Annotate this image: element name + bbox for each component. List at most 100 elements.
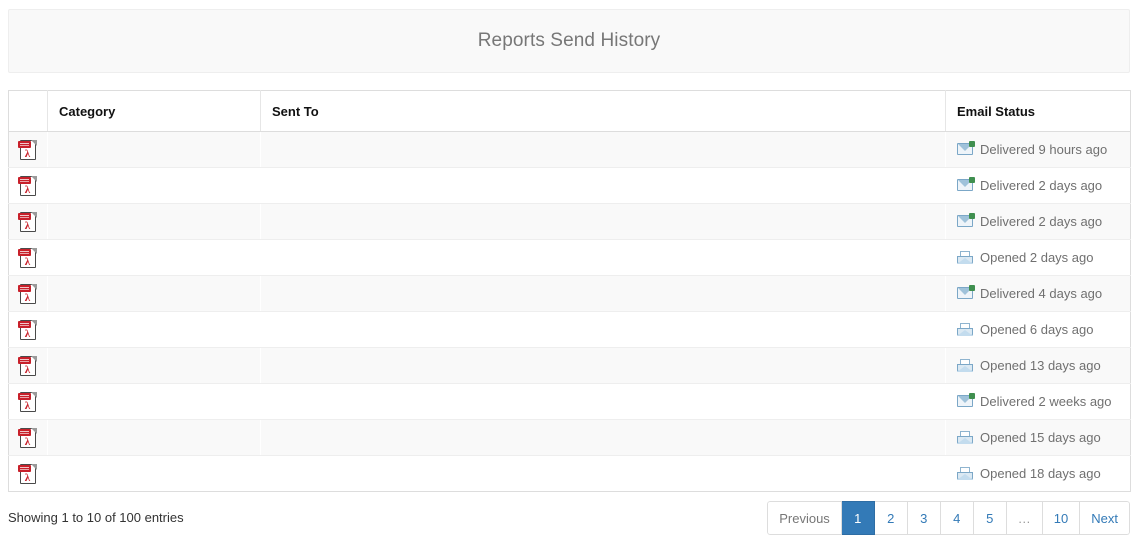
status-label: Delivered 2 weeks ago — [980, 394, 1112, 409]
pdf-icon[interactable]: λ — [18, 175, 38, 197]
pdf-icon[interactable]: λ — [18, 427, 38, 449]
cell-sent-to — [261, 240, 946, 276]
pagination-page-5[interactable]: 5 — [974, 501, 1007, 535]
status-label: Delivered 2 days ago — [980, 214, 1102, 229]
cell-category — [48, 204, 261, 240]
pdf-icon[interactable]: λ — [18, 211, 38, 233]
pdf-icon[interactable]: λ — [18, 391, 38, 413]
pagination-page-3[interactable]: 3 — [908, 501, 941, 535]
table-header: Category Sent To Email Status — [9, 91, 1131, 132]
pagination-previous[interactable]: Previous — [767, 501, 842, 535]
cell-email-status: Opened 13 days ago — [946, 348, 1131, 384]
status-label: Opened 6 days ago — [980, 322, 1093, 337]
mail-delivered-icon — [957, 215, 974, 228]
cell-category — [48, 240, 261, 276]
mail-opened-icon — [957, 467, 974, 480]
status-badge: Opened 15 days ago — [957, 430, 1119, 445]
cell-report-icon[interactable]: λ — [9, 204, 48, 240]
cell-category — [48, 168, 261, 204]
status-label: Delivered 9 hours ago — [980, 142, 1107, 157]
mail-delivered-icon — [957, 287, 974, 300]
pdf-icon[interactable]: λ — [18, 463, 38, 485]
pagination-next[interactable]: Next — [1080, 501, 1130, 535]
cell-sent-to — [261, 456, 946, 492]
cell-email-status: Delivered 2 days ago — [946, 204, 1131, 240]
mail-opened-icon — [957, 359, 974, 372]
column-header-email-status[interactable]: Email Status — [946, 91, 1131, 132]
table-row[interactable]: λ Opened 6 days ago — [9, 312, 1131, 348]
cell-sent-to — [261, 168, 946, 204]
mail-delivered-icon — [957, 143, 974, 156]
column-header-sent-to[interactable]: Sent To — [261, 91, 946, 132]
pdf-icon[interactable]: λ — [18, 355, 38, 377]
cell-email-status: Opened 18 days ago — [946, 456, 1131, 492]
status-badge: Opened 18 days ago — [957, 466, 1119, 481]
pdf-icon[interactable]: λ — [18, 283, 38, 305]
cell-email-status: Delivered 2 days ago — [946, 168, 1131, 204]
table-row[interactable]: λ Opened 13 days ago — [9, 348, 1131, 384]
cell-category — [48, 312, 261, 348]
pdf-icon[interactable]: λ — [18, 319, 38, 341]
cell-sent-to — [261, 132, 946, 168]
table-row[interactable]: λ Opened 2 days ago — [9, 240, 1131, 276]
table-row[interactable]: λ Opened 18 days ago — [9, 456, 1131, 492]
cell-report-icon[interactable]: λ — [9, 276, 48, 312]
status-label: Opened 15 days ago — [980, 430, 1101, 445]
table-row[interactable]: λ Delivered 4 days ago — [9, 276, 1131, 312]
cell-sent-to — [261, 348, 946, 384]
table-row[interactable]: λ Delivered 9 hours ago — [9, 132, 1131, 168]
status-badge: Delivered 9 hours ago — [957, 142, 1119, 157]
cell-report-icon[interactable]: λ — [9, 384, 48, 420]
reports-table-container: Category Sent To Email Status λ Delivered… — [8, 90, 1130, 492]
cell-category — [48, 384, 261, 420]
status-label: Opened 2 days ago — [980, 250, 1093, 265]
pagination: Previous12345…10Next — [767, 501, 1130, 535]
cell-email-status: Delivered 2 weeks ago — [946, 384, 1131, 420]
mail-delivered-icon — [957, 179, 974, 192]
pagination-page-2[interactable]: 2 — [875, 501, 908, 535]
table-row[interactable]: λ Opened 15 days ago — [9, 420, 1131, 456]
mail-opened-icon — [957, 323, 974, 336]
cell-email-status: Opened 15 days ago — [946, 420, 1131, 456]
cell-report-icon[interactable]: λ — [9, 132, 48, 168]
table-footer: Showing 1 to 10 of 100 entries Previous1… — [0, 500, 1138, 542]
status-badge: Delivered 2 weeks ago — [957, 394, 1119, 409]
table-row[interactable]: λ Delivered 2 weeks ago — [9, 384, 1131, 420]
table-body: λ Delivered 9 hours ago λ Delivered 2 days … — [9, 132, 1131, 492]
cell-report-icon[interactable]: λ — [9, 348, 48, 384]
table-header-row: Category Sent To Email Status — [9, 91, 1131, 132]
pdf-icon[interactable]: λ — [18, 139, 38, 161]
status-label: Delivered 4 days ago — [980, 286, 1102, 301]
pdf-icon[interactable]: λ — [18, 247, 38, 269]
cell-category — [48, 276, 261, 312]
cell-report-icon[interactable]: λ — [9, 312, 48, 348]
pagination-ellipsis: … — [1007, 501, 1043, 535]
pagination-page-1[interactable]: 1 — [842, 501, 875, 535]
cell-category — [48, 348, 261, 384]
column-header-category[interactable]: Category — [48, 91, 261, 132]
cell-category — [48, 420, 261, 456]
status-badge: Delivered 4 days ago — [957, 286, 1119, 301]
status-badge: Opened 2 days ago — [957, 250, 1119, 265]
cell-email-status: Delivered 4 days ago — [946, 276, 1131, 312]
reports-send-history-table: Category Sent To Email Status λ Delivered… — [8, 90, 1131, 492]
status-badge: Delivered 2 days ago — [957, 178, 1119, 193]
cell-report-icon[interactable]: λ — [9, 168, 48, 204]
column-header-icon[interactable] — [9, 91, 48, 132]
cell-sent-to — [261, 312, 946, 348]
pagination-page-4[interactable]: 4 — [941, 501, 974, 535]
cell-report-icon[interactable]: λ — [9, 420, 48, 456]
cell-email-status: Opened 6 days ago — [946, 312, 1131, 348]
cell-sent-to — [261, 276, 946, 312]
cell-email-status: Delivered 9 hours ago — [946, 132, 1131, 168]
status-badge: Delivered 2 days ago — [957, 214, 1119, 229]
pagination-page-10[interactable]: 10 — [1043, 501, 1080, 535]
table-row[interactable]: λ Delivered 2 days ago — [9, 168, 1131, 204]
status-badge: Opened 13 days ago — [957, 358, 1119, 373]
cell-sent-to — [261, 204, 946, 240]
table-row[interactable]: λ Delivered 2 days ago — [9, 204, 1131, 240]
cell-report-icon[interactable]: λ — [9, 240, 48, 276]
mail-delivered-icon — [957, 395, 974, 408]
cell-report-icon[interactable]: λ — [9, 456, 48, 492]
mail-opened-icon — [957, 251, 974, 264]
